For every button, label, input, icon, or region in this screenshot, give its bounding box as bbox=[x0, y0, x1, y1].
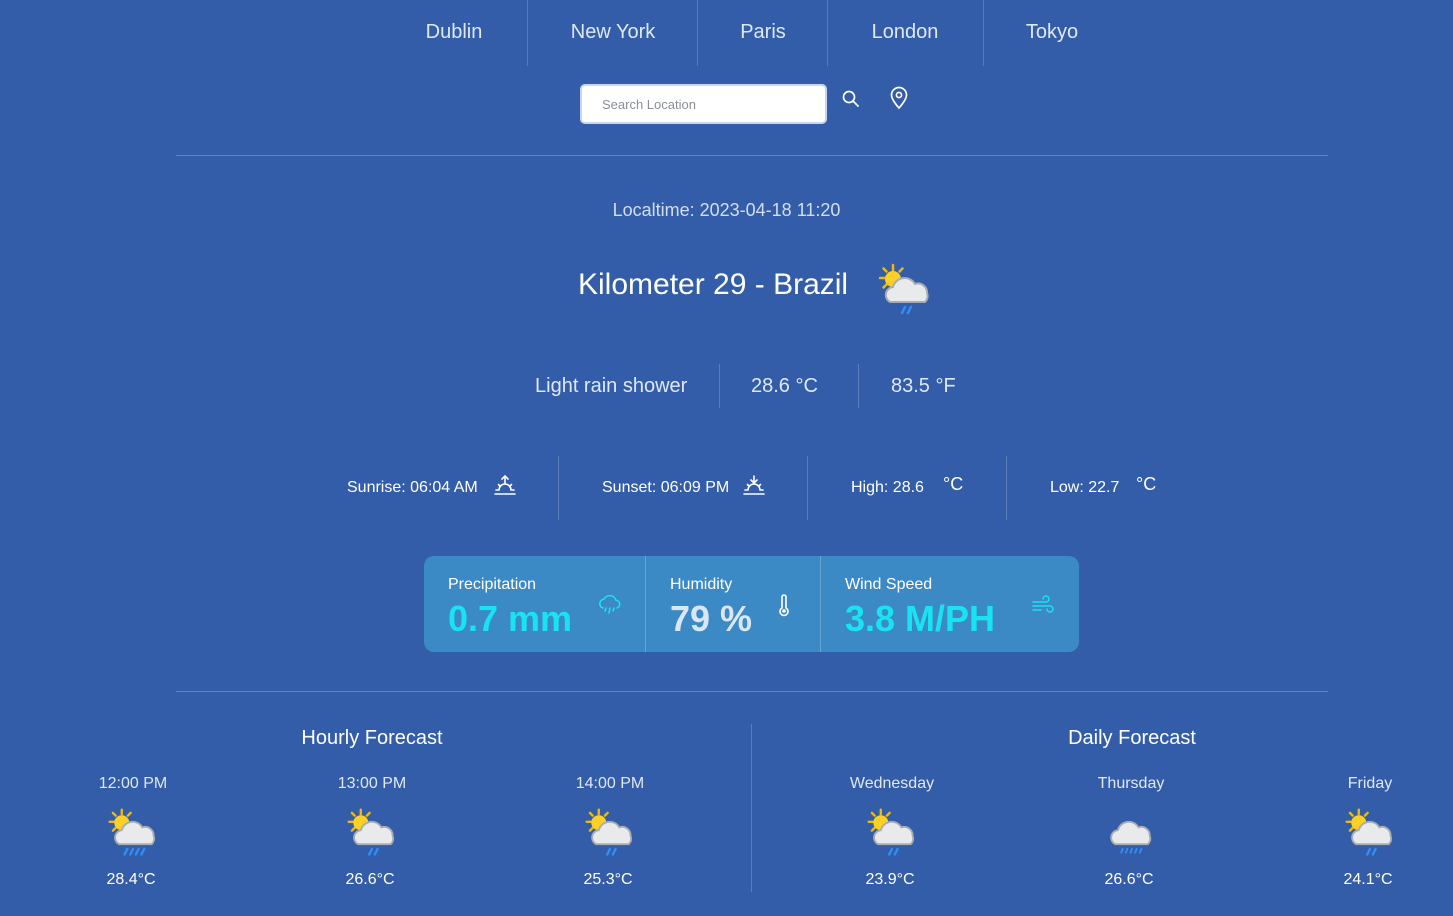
temp-fahrenheit: 83.5 °F bbox=[891, 375, 956, 397]
hourly-temp: 28.4°C bbox=[106, 871, 156, 888]
precipitation-value: 0.7 mm bbox=[448, 598, 573, 639]
divider bbox=[751, 724, 752, 892]
daily-temp: 24.1°C bbox=[1343, 871, 1393, 888]
city-link-london[interactable]: London bbox=[852, 0, 958, 66]
divider bbox=[820, 556, 821, 652]
city-nav: Dublin New York Paris London Tokyo bbox=[0, 0, 1453, 66]
hourly-temp: 26.6°C bbox=[345, 871, 395, 888]
daily-temp: 23.9°C bbox=[865, 871, 915, 888]
low-unit: °C bbox=[1136, 474, 1157, 494]
humidity-value: 79 % bbox=[670, 598, 753, 639]
partly-cloudy-rain-icon bbox=[581, 806, 639, 865]
condition-text: Light rain shower bbox=[535, 375, 688, 397]
divider bbox=[827, 0, 828, 66]
cloudy-rain-icon bbox=[1102, 806, 1160, 865]
divider bbox=[176, 691, 1328, 692]
divider bbox=[645, 556, 646, 652]
divider bbox=[807, 456, 808, 520]
high-temp: High: 28.6 bbox=[851, 479, 924, 496]
sunset-icon bbox=[742, 474, 766, 501]
map-pin-icon[interactable] bbox=[888, 86, 910, 115]
partly-cloudy-rain-icon bbox=[863, 806, 921, 865]
temp-celsius: 28.6 °C bbox=[751, 375, 818, 397]
wind-icon bbox=[1031, 594, 1055, 621]
city-link-new-york[interactable]: New York bbox=[552, 0, 674, 66]
sunrise-icon bbox=[493, 474, 517, 501]
partly-cloudy-rain-icon bbox=[874, 262, 936, 323]
stats-card: Precipitation 0.7 mm Humidity 79 % Wind … bbox=[424, 556, 1079, 652]
location-title: Kilometer 29 - Brazil bbox=[578, 268, 849, 301]
cloud-rain-icon bbox=[597, 594, 623, 621]
daily-day: Wednesday bbox=[849, 775, 935, 792]
divider bbox=[858, 364, 859, 408]
divider bbox=[1006, 456, 1007, 520]
thermometer-icon bbox=[777, 594, 791, 623]
daily-temp: 26.6°C bbox=[1104, 871, 1154, 888]
partly-cloudy-heavy-rain-icon bbox=[104, 806, 162, 865]
divider bbox=[697, 0, 698, 66]
hourly-time: 14:00 PM bbox=[575, 775, 645, 792]
sunset-text: Sunset: 06:09 PM bbox=[602, 479, 730, 496]
divider bbox=[558, 456, 559, 520]
daily-day: Friday bbox=[1347, 775, 1393, 792]
wind-speed-label: Wind Speed bbox=[845, 576, 933, 593]
partly-cloudy-rain-icon bbox=[1341, 806, 1399, 865]
search-icon[interactable] bbox=[841, 89, 861, 114]
weather-app: Dublin New York Paris London Tokyo Local… bbox=[0, 0, 1453, 916]
city-link-tokyo[interactable]: Tokyo bbox=[1008, 0, 1096, 66]
city-link-dublin[interactable]: Dublin bbox=[404, 0, 504, 66]
hourly-forecast-title: Hourly Forecast bbox=[301, 727, 443, 749]
city-link-paris[interactable]: Paris bbox=[722, 0, 804, 66]
sunrise-text: Sunrise: 06:04 AM bbox=[347, 479, 478, 496]
search-input[interactable] bbox=[580, 84, 827, 124]
divider bbox=[176, 155, 1328, 156]
localtime: Localtime: 2023-04-18 11:20 bbox=[612, 200, 841, 220]
hourly-time: 12:00 PM bbox=[98, 775, 168, 792]
humidity-label: Humidity bbox=[670, 576, 733, 593]
hourly-time: 13:00 PM bbox=[337, 775, 407, 792]
precipitation-label: Precipitation bbox=[448, 576, 537, 593]
wind-speed-value: 3.8 M/PH bbox=[845, 598, 996, 639]
daily-forecast-title: Daily Forecast bbox=[1068, 727, 1196, 749]
divider bbox=[527, 0, 528, 66]
hourly-temp: 25.3°C bbox=[583, 871, 633, 888]
low-temp: Low: 22.7 bbox=[1050, 479, 1120, 496]
divider bbox=[719, 364, 720, 408]
daily-day: Thursday bbox=[1097, 775, 1165, 792]
divider bbox=[983, 0, 984, 66]
partly-cloudy-rain-icon bbox=[343, 806, 401, 865]
high-unit: °C bbox=[943, 474, 964, 494]
